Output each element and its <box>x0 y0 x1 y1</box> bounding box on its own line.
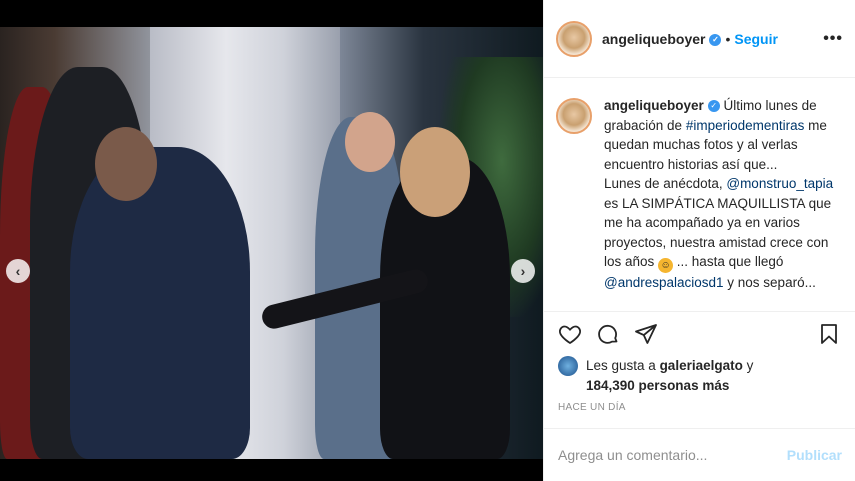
follow-button[interactable]: Seguir <box>734 31 778 47</box>
hashtag-link[interactable]: #imperiodementiras <box>686 118 805 133</box>
bookmark-icon[interactable] <box>817 322 841 346</box>
likes-count-link[interactable]: 184,390 personas más <box>586 378 729 393</box>
action-bar <box>544 312 855 356</box>
photo-head <box>95 127 157 201</box>
username-link[interactable]: angeliqueboyer ✓ <box>602 30 722 47</box>
carousel-next-button[interactable]: › <box>511 259 535 283</box>
photo-head <box>345 112 395 172</box>
comment-box: Publicar <box>544 428 855 481</box>
caption-text: angeliqueboyer ✓ Último lunes de grabació… <box>604 96 836 311</box>
comment-bubble-icon[interactable] <box>596 322 620 346</box>
verified-badge-icon: ✓ <box>707 100 720 113</box>
like-heart-icon[interactable] <box>558 322 582 346</box>
caption-segment: y nos separó... <box>723 275 816 290</box>
likes-summary: Les gusta a galeriaelgato y 184,390 perso… <box>544 356 855 400</box>
post-caption: angeliqueboyer ✓ Último lunes de grabació… <box>544 78 855 312</box>
more-options-icon[interactable]: ••• <box>823 30 843 48</box>
post-side-panel: angeliqueboyer ✓ • Seguir ••• angeliquebo… <box>543 0 855 481</box>
comment-input[interactable] <box>558 447 787 463</box>
caption-username[interactable]: angeliqueboyer <box>604 98 704 113</box>
chevron-right-icon: › <box>520 263 526 279</box>
avatar[interactable] <box>558 356 578 376</box>
separator: • <box>725 30 731 47</box>
likes-prefix: Les gusta a <box>586 358 660 373</box>
mention-link[interactable]: @andrespalaciosd1 <box>604 275 724 290</box>
post-header: angeliqueboyer ✓ • Seguir ••• <box>544 0 855 78</box>
avatar[interactable] <box>556 20 592 57</box>
avatar[interactable] <box>556 98 592 134</box>
username-text: angeliqueboyer <box>602 30 706 47</box>
caption-segment: Lunes de anécdota, <box>604 176 727 191</box>
photo-person <box>70 147 250 459</box>
carousel-prev-button[interactable]: ‹ <box>6 259 30 283</box>
smiling-face-emoji-icon: ☺ <box>658 258 674 273</box>
post-photo[interactable]: ‹ › <box>0 27 543 459</box>
publish-button[interactable]: Publicar <box>787 447 842 463</box>
verified-badge-icon: ✓ <box>709 33 722 46</box>
mention-link[interactable]: @monstruo_tapia <box>726 176 833 191</box>
photo-head <box>400 127 470 217</box>
post-timestamp[interactable]: HACE UN DÍA <box>544 400 855 428</box>
instagram-post-frame: ‹ › angeliqueboyer ✓ • Seguir ••• angeliq… <box>0 0 855 481</box>
caption-segment: ... hasta que llegó <box>673 254 784 269</box>
likes-middle: y <box>742 358 754 373</box>
likes-text: Les gusta a galeriaelgato y 184,390 perso… <box>586 356 753 396</box>
share-paper-plane-icon[interactable] <box>634 322 658 346</box>
chevron-left-icon: ‹ <box>15 263 21 279</box>
liker-username-link[interactable]: galeriaelgato <box>660 358 743 373</box>
